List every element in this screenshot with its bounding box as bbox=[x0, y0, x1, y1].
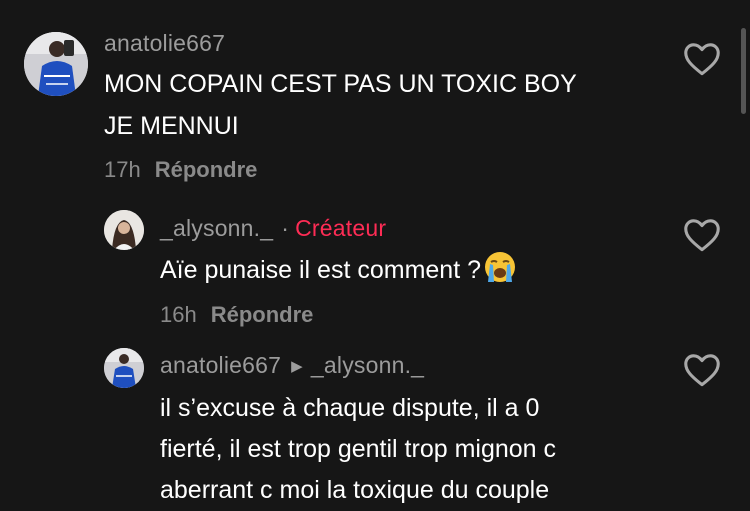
comment-text-line: JE MENNUI bbox=[104, 112, 239, 140]
comment-username-row: _alysonn._ · Créateur bbox=[160, 215, 386, 242]
reply-button[interactable]: Répondre bbox=[155, 157, 258, 182]
heart-outline-icon[interactable] bbox=[683, 218, 721, 252]
heart-outline-icon[interactable] bbox=[683, 42, 721, 76]
comment-text-line: Aïe punaise il est comment ? bbox=[160, 256, 481, 284]
avatar[interactable] bbox=[104, 210, 144, 250]
comment-username[interactable]: anatolie667 bbox=[104, 30, 225, 57]
comment-username-row: anatolie667 ▶ _alysonn._ bbox=[160, 352, 424, 379]
loudly-crying-face-icon bbox=[483, 250, 517, 284]
comment-text-line: aberrant c moi la toxique du couple bbox=[160, 476, 550, 504]
creator-badge: Créateur bbox=[295, 215, 387, 241]
comment-meta: 16h Répondre bbox=[160, 302, 313, 328]
triangle-right-icon: ▶ bbox=[291, 358, 303, 375]
comment-timestamp: 17h bbox=[104, 157, 141, 182]
comment-text: Aïe punaise il est comment ? bbox=[160, 250, 517, 291]
separator-dot: · bbox=[281, 215, 290, 241]
comment-username[interactable]: _alysonn._ bbox=[160, 215, 273, 241]
heart-outline-icon[interactable] bbox=[683, 353, 721, 387]
comment-username[interactable]: anatolie667 bbox=[160, 352, 281, 378]
comment-text-line: fierté, il est trop gentil trop mignon c bbox=[160, 435, 557, 463]
reply-to-username[interactable]: _alysonn._ bbox=[311, 352, 424, 378]
avatar[interactable] bbox=[104, 348, 144, 388]
avatar[interactable] bbox=[24, 32, 88, 96]
reply-button[interactable]: Répondre bbox=[211, 302, 314, 327]
comment-timestamp: 16h bbox=[160, 302, 197, 327]
comment-text-line: MON COPAIN CEST PAS UN TOXIC BOY bbox=[104, 70, 577, 98]
comment-meta: 17h Répondre bbox=[104, 157, 257, 183]
scrollbar[interactable] bbox=[741, 28, 746, 114]
comment-text-line: il s’excuse à chaque dispute, il a 0 bbox=[160, 394, 540, 422]
